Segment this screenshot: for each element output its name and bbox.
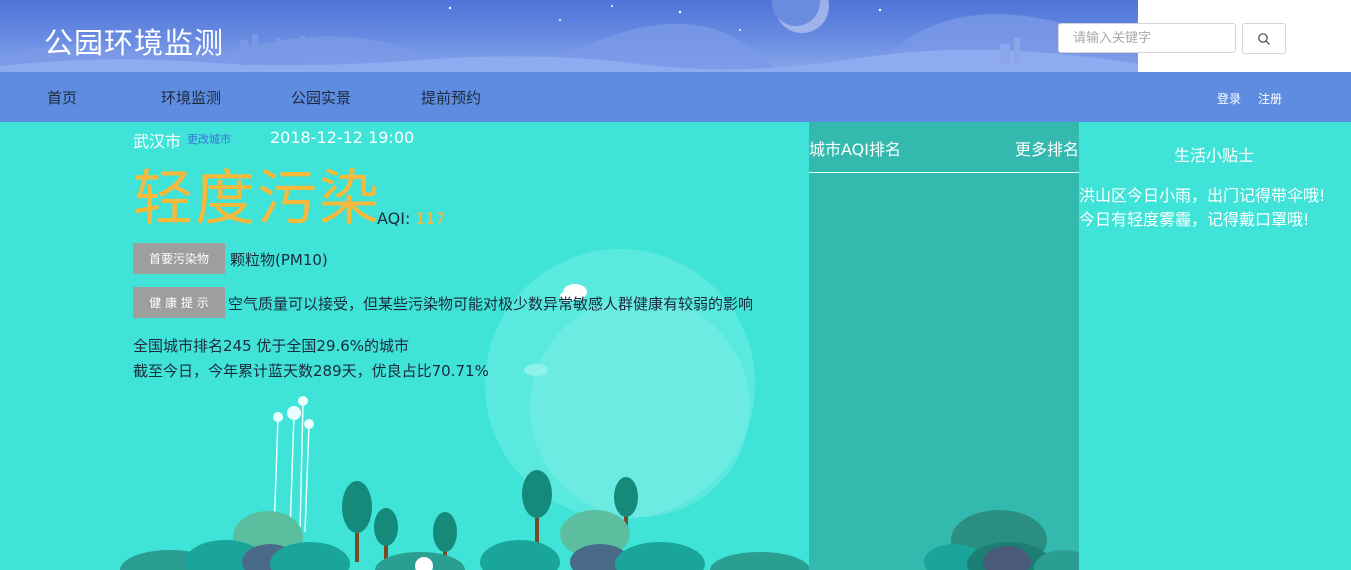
nav-item-reservation[interactable]: 提前预约 [421, 87, 481, 108]
city-aqi-ranking-panel: 城市AQI排名 更多排名 [809, 122, 1079, 570]
search-button[interactable] [1242, 23, 1286, 54]
health-tip-text: 空气质量可以接受，但某些污染物可能对极少数异常敏感人群健康有较弱的影响 [228, 295, 754, 313]
primary-pollutant-tag[interactable]: 首要污染物 [133, 243, 225, 274]
tip-item: 今日有轻度雾霾，记得戴口罩哦! [1079, 210, 1310, 229]
nav-item-home[interactable]: 首页 [47, 87, 77, 108]
ranking-title: 城市AQI排名 [809, 140, 901, 159]
search-icon [1258, 32, 1270, 45]
update-datetime: 2018-12-12 19:00 [270, 128, 415, 147]
main-content: 武汉市 更改城市 2018-12-12 19:00 轻度污染 AQI: 117 … [0, 122, 1351, 570]
site-title: 公园环境监测 [44, 26, 225, 60]
nav-item-environment-monitoring[interactable]: 环境监测 [161, 87, 221, 108]
login-link[interactable]: 登录 [1217, 90, 1241, 107]
primary-pollutant-value: 颗粒物(PM10) [230, 251, 328, 269]
ranking-divider [809, 172, 1079, 173]
main-navbar: 首页 环境监测 公园实景 提前预约 登录 注册 [0, 72, 1351, 122]
blue-sky-days-text: 截至今日，今年累计蓝天数289天，优良占比70.71% [133, 362, 489, 380]
change-city-link[interactable]: 更改城市 [187, 131, 231, 147]
life-tips-panel: 生活小贴士 洪山区今日小雨，出门记得带伞哦! 今日有轻度雾霾，记得戴口罩哦! [1079, 122, 1351, 570]
more-ranking-link[interactable]: 更多排名 [1015, 136, 1079, 160]
national-rank-text: 全国城市排名245 优于全国29.6%的城市 [133, 337, 410, 355]
search-input[interactable] [1058, 23, 1236, 53]
nav-item-park-scenery[interactable]: 公园实景 [291, 87, 351, 108]
header-banner: 公园环境监测 [0, 0, 1351, 72]
air-quality-level: 轻度污染 [133, 164, 381, 234]
ranking-panel-bushes [924, 510, 1079, 570]
city-name: 武汉市 [133, 132, 182, 151]
health-tip-tag[interactable]: 健 康 提 示 [133, 287, 225, 318]
aqi-label: AQI: [377, 209, 411, 228]
tip-item: 洪山区今日小雨，出门记得带伞哦! [1079, 186, 1326, 205]
register-link[interactable]: 注册 [1258, 90, 1282, 107]
tips-title: 生活小贴士 [1174, 146, 1255, 165]
aqi-value: 117 [415, 209, 446, 228]
